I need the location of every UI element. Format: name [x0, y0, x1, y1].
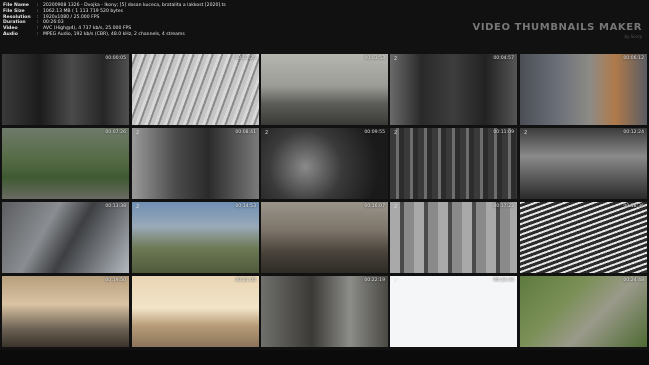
thumbnail-timestamp: 00:04:57 — [493, 56, 514, 61]
thumbnail-number: 2 — [524, 130, 528, 136]
thumbnail-timestamp: 00:24:48 — [623, 278, 644, 283]
thumbnail-number: 2 — [394, 56, 398, 62]
thumbnail-timestamp: 00:14:53 — [235, 204, 256, 209]
thumbnail-timestamp: 00:08:41 — [235, 130, 256, 135]
thumbnail-number: 2 — [394, 204, 398, 210]
thumbnail-number: 2 — [265, 130, 269, 136]
thumbnail-14[interactable]: 2 00:17:22 — [390, 202, 517, 273]
thumbnail-timestamp: 00:06:12 — [623, 56, 644, 61]
thumbnail-timestamp: 00:19:50 — [105, 278, 126, 283]
thumbnail-11[interactable]: 00:13:38 — [2, 202, 129, 273]
thumbnail-19[interactable]: 2 00:23:34 — [390, 276, 517, 347]
thumbnail-2[interactable]: 00:02:26 — [132, 54, 259, 125]
brand-logo: VIDEO THUMBNAILS MAKER by Scorp — [472, 22, 642, 39]
contact-sheet: File Name: 20200908 1326 - Dvojka - Ikon… — [0, 0, 649, 365]
thumbnail-timestamp: 00:02:26 — [235, 56, 256, 61]
thumbnail-number: 2 — [136, 130, 140, 136]
thumbnail-16[interactable]: 00:19:50 — [2, 276, 129, 347]
thumbnail-timestamp: 00:03:53 — [364, 56, 385, 61]
thumbnail-timestamp: 00:12:24 — [623, 130, 644, 135]
thumbnail-15[interactable]: 00:18:36 — [520, 202, 647, 273]
thumbnail-3[interactable]: 00:03:53 — [261, 54, 388, 125]
thumbnail-1[interactable]: 00:00:05 — [2, 54, 129, 125]
file-info-block: File Name: 20200908 1326 - Dvojka - Ikon… — [3, 3, 226, 38]
thumbnail-7[interactable]: 2 00:08:41 — [132, 128, 259, 199]
thumbnail-timestamp: 00:07:26 — [105, 130, 126, 135]
thumbnail-4[interactable]: 2 00:04:57 — [390, 54, 517, 125]
thumbnail-10[interactable]: 2 00:12:24 — [520, 128, 647, 199]
thumbnail-timestamp: 00:16:07 — [364, 204, 385, 209]
info-value: MPEG Audio, 192 kb/s (CBR), 48.0 kHz, 2 … — [43, 31, 185, 37]
brand-title: VIDEO THUMBNAILS MAKER — [472, 22, 642, 33]
thumbnail-9[interactable]: 2 00:11:09 — [390, 128, 517, 199]
thumbnail-timestamp: 00:00:05 — [105, 56, 126, 61]
info-header: File Name: 20200908 1326 - Dvojka - Ikon… — [0, 0, 649, 52]
thumbnail-number: 2 — [136, 204, 140, 210]
thumbnail-timestamp: 00:18:36 — [623, 204, 644, 209]
thumbnail-timestamp: 00:23:34 — [493, 278, 514, 283]
info-row-audio: Audio: MPEG Audio, 192 kb/s (CBR), 48.0 … — [3, 31, 185, 37]
thumbnail-grid: 00:00:05 00:02:26 00:03:53 2 00:04:57 00… — [2, 54, 647, 348]
bottom-bar — [0, 350, 649, 365]
thumbnail-5[interactable]: 00:06:12 — [520, 54, 647, 125]
thumbnail-number: 2 — [394, 130, 398, 136]
thumbnail-20[interactable]: 00:24:48 — [520, 276, 647, 347]
thumbnail-12[interactable]: 2 00:14:53 — [132, 202, 259, 273]
thumbnail-timestamp: 00:09:55 — [364, 130, 385, 135]
thumbnail-18[interactable]: 00:22:19 — [261, 276, 388, 347]
thumbnail-6[interactable]: 00:07:26 — [2, 128, 129, 199]
thumbnail-number: 2 — [394, 278, 398, 284]
thumbnail-17[interactable]: 00:21:05 — [132, 276, 259, 347]
thumbnail-timestamp: 00:13:38 — [105, 204, 126, 209]
thumbnail-timestamp: 00:17:22 — [493, 204, 514, 209]
thumbnail-timestamp: 00:22:19 — [364, 278, 385, 283]
thumbnail-8[interactable]: 2 00:09:55 — [261, 128, 388, 199]
thumbnail-timestamp: 00:21:05 — [235, 278, 256, 283]
thumbnail-timestamp: 00:11:09 — [493, 130, 514, 135]
thumbnail-13[interactable]: 00:16:07 — [261, 202, 388, 273]
info-label: Audio — [3, 31, 18, 37]
brand-subtitle: by Scorp — [624, 34, 642, 39]
